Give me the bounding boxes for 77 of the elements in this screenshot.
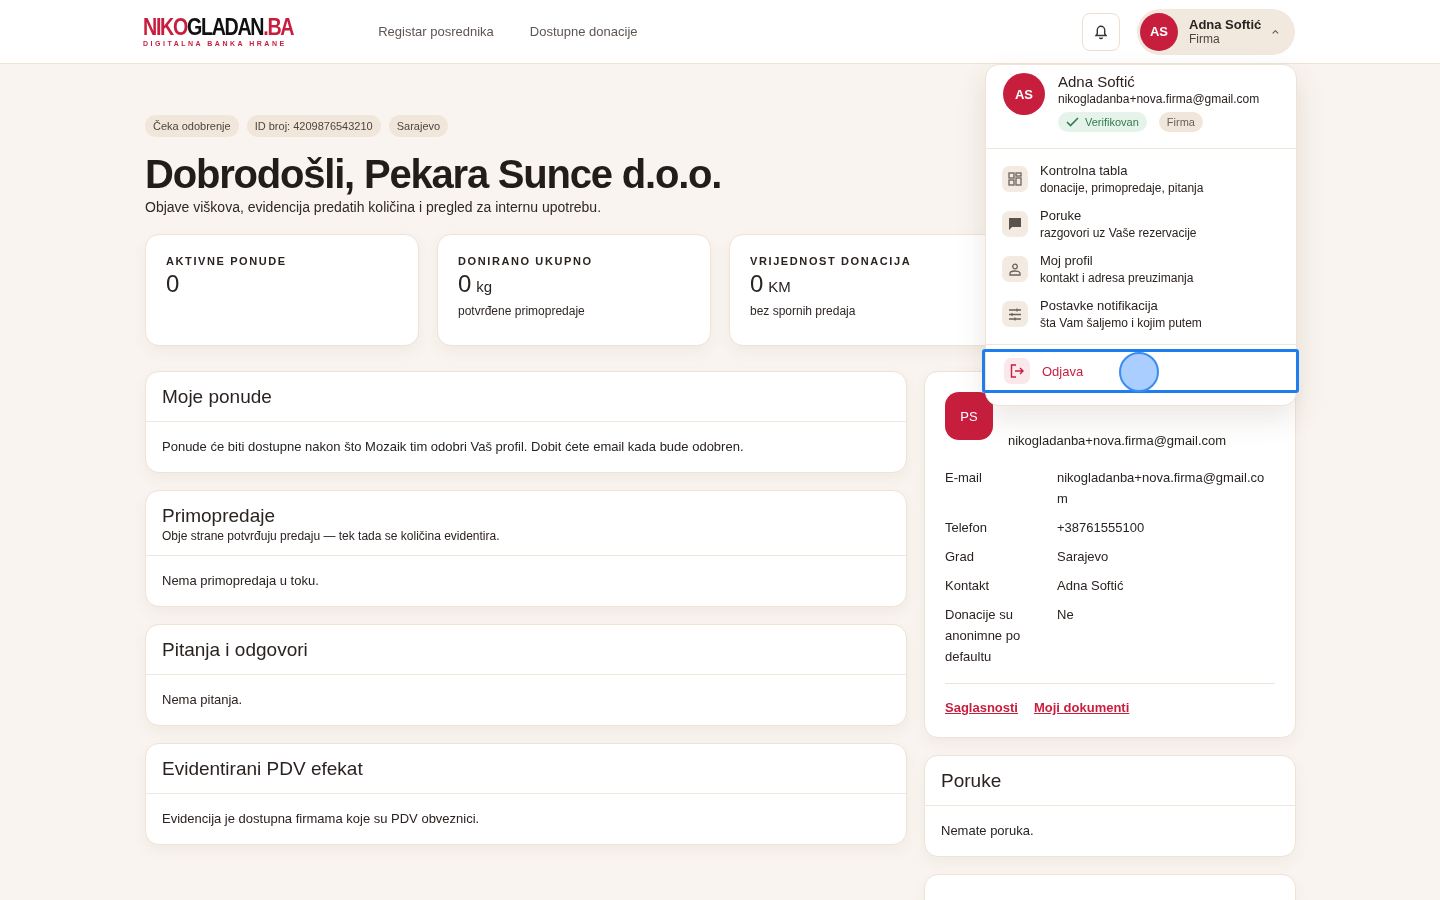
stat-unit: KM bbox=[768, 278, 791, 295]
logout-icon bbox=[1004, 358, 1030, 384]
menu-item-description: donacije, primopredaje, pitanja bbox=[1040, 181, 1204, 195]
logo-text: GLADAN bbox=[186, 13, 264, 40]
field-label: Kontakt bbox=[945, 577, 991, 595]
menu-item-description: šta Vam šaljemo i kojim putem bbox=[1040, 316, 1202, 330]
company-email: nikogladanba+nova.firma@gmail.com bbox=[1008, 433, 1227, 448]
section-title: Primopredaje bbox=[162, 504, 276, 528]
stat-value: 0 bbox=[166, 270, 180, 298]
stat-value: 0 bbox=[458, 270, 472, 298]
menu-item-description: razgovori uz Vaše rezervacije bbox=[1040, 226, 1197, 240]
status-tag: Čeka odobrenje bbox=[145, 115, 239, 137]
profile-link[interactable]: Saglasnosti bbox=[945, 700, 1018, 715]
tag-text: Firma bbox=[1166, 116, 1195, 128]
page-title: Dobrodošli, Pekara Sunce d.o.o. bbox=[145, 151, 722, 197]
section-title: Evidentirani PDV efekat bbox=[162, 757, 364, 781]
status-tag: Sarajevo bbox=[388, 115, 449, 137]
user-name: Adna Softić bbox=[1058, 73, 1136, 91]
field-value: Adna Softić bbox=[1057, 577, 1125, 595]
section-text: Evidencija je dostupna firmama koje su PDV obveznici. bbox=[161, 810, 481, 828]
tag-text: Verifikovan bbox=[1085, 116, 1139, 128]
field-label: Telefon bbox=[945, 519, 988, 537]
avatar: AS bbox=[1140, 12, 1178, 51]
menu-item-title: Kontrolna tabla bbox=[1040, 163, 1129, 178]
notifications-button[interactable] bbox=[1082, 12, 1120, 51]
user-name: Adna Softić bbox=[1189, 17, 1262, 32]
section-title: Moje ponude bbox=[162, 385, 273, 409]
field-label: Grad bbox=[945, 548, 975, 566]
stat-value: 0 bbox=[750, 270, 764, 298]
menu-item-title: Poruke bbox=[1040, 208, 1083, 223]
menu-item-title: Moj profil bbox=[1040, 253, 1094, 268]
stat-unit: kg bbox=[476, 278, 493, 295]
field-value: +38761555100 bbox=[1057, 519, 1146, 537]
menu-item[interactable]: Moj profil kontakt i adresa preuzimanja bbox=[1002, 253, 1280, 285]
stat-label: DONIRANO UKUPNO bbox=[458, 255, 594, 267]
avatar: AS bbox=[1003, 73, 1045, 115]
section-text: Ponude će biti dostupne nakon što Mozaik tim odobri Vaš profil. Dobit ćete email kada bude odobren. bbox=[161, 438, 745, 456]
sliders-icon bbox=[1008, 307, 1022, 321]
nav-link[interactable]: Dostupne donacije bbox=[529, 24, 638, 39]
section-text: Nemate poruka. bbox=[940, 822, 1035, 840]
person-icon bbox=[1009, 262, 1021, 276]
company-avatar: PS bbox=[945, 392, 993, 440]
menu-item-description: kontakt i adresa preuzimanja bbox=[1040, 271, 1194, 285]
stat-label: AKTIVNE PONUDE bbox=[166, 255, 288, 267]
user-menu-button[interactable]: AS Adna Softić Firma bbox=[1137, 8, 1295, 55]
nav-link[interactable]: Registar posrednika bbox=[378, 24, 494, 39]
stat-note: bez spornih predaja bbox=[750, 304, 857, 318]
chevron-icon bbox=[1272, 28, 1279, 35]
grid-icon bbox=[1008, 172, 1022, 186]
status-tag: ID broj: 4209876543210 bbox=[246, 115, 381, 137]
menu-item[interactable]: Poruke razgovori uz Vaše rezervacije bbox=[1002, 208, 1280, 240]
section-title: Pitanja i odgovori bbox=[162, 638, 309, 662]
page-subtitle: Objave viškova, evidencija predatih količina i pregled za internu upotrebu. bbox=[145, 199, 603, 215]
field-value: Ne bbox=[1057, 606, 1075, 624]
menu-item[interactable]: Kontrolna tabla donacije, primopredaje, pitanja bbox=[1002, 163, 1280, 195]
field-value: nikogladanba+nova.firma@gmail.com bbox=[1057, 469, 1266, 508]
menu-item[interactable]: Postavke notifikacija šta Vam šaljemo i kojim putem bbox=[1002, 298, 1280, 330]
user-email: nikogladanba+nova.firma@gmail.com bbox=[1058, 92, 1260, 106]
section-text: Nema pitanja. bbox=[161, 691, 244, 709]
logout-menu-item[interactable]: Odjava bbox=[982, 349, 1299, 393]
field-label: E-mail bbox=[945, 469, 983, 487]
user-role: Firma bbox=[1189, 32, 1220, 46]
field-label: Donacije su anonimne po defaultu bbox=[945, 606, 1022, 666]
section-subtitle: Obje strane potvrđuju predaju — tek tada se količina evidentira. bbox=[162, 529, 501, 543]
stat-label: VRIJEDNOST DONACIJA bbox=[750, 255, 913, 267]
section-title: Poruke bbox=[941, 769, 1003, 793]
bell-icon bbox=[1093, 23, 1109, 40]
stat-note: potvrđene primopredaje bbox=[458, 304, 586, 318]
section-text: Nema primopredaja u toku. bbox=[161, 572, 320, 590]
check-icon bbox=[1066, 117, 1079, 127]
logo-accent-text: NIKO bbox=[143, 13, 187, 40]
menu-item-title: Postavke notifikacija bbox=[1040, 298, 1159, 313]
logo-accent-text: .BA bbox=[263, 13, 294, 40]
click-indicator bbox=[1119, 352, 1159, 392]
chat-icon bbox=[1008, 217, 1022, 231]
field-value: Sarajevo bbox=[1057, 548, 1110, 566]
profile-link[interactable]: Moji dokumenti bbox=[1033, 700, 1130, 715]
